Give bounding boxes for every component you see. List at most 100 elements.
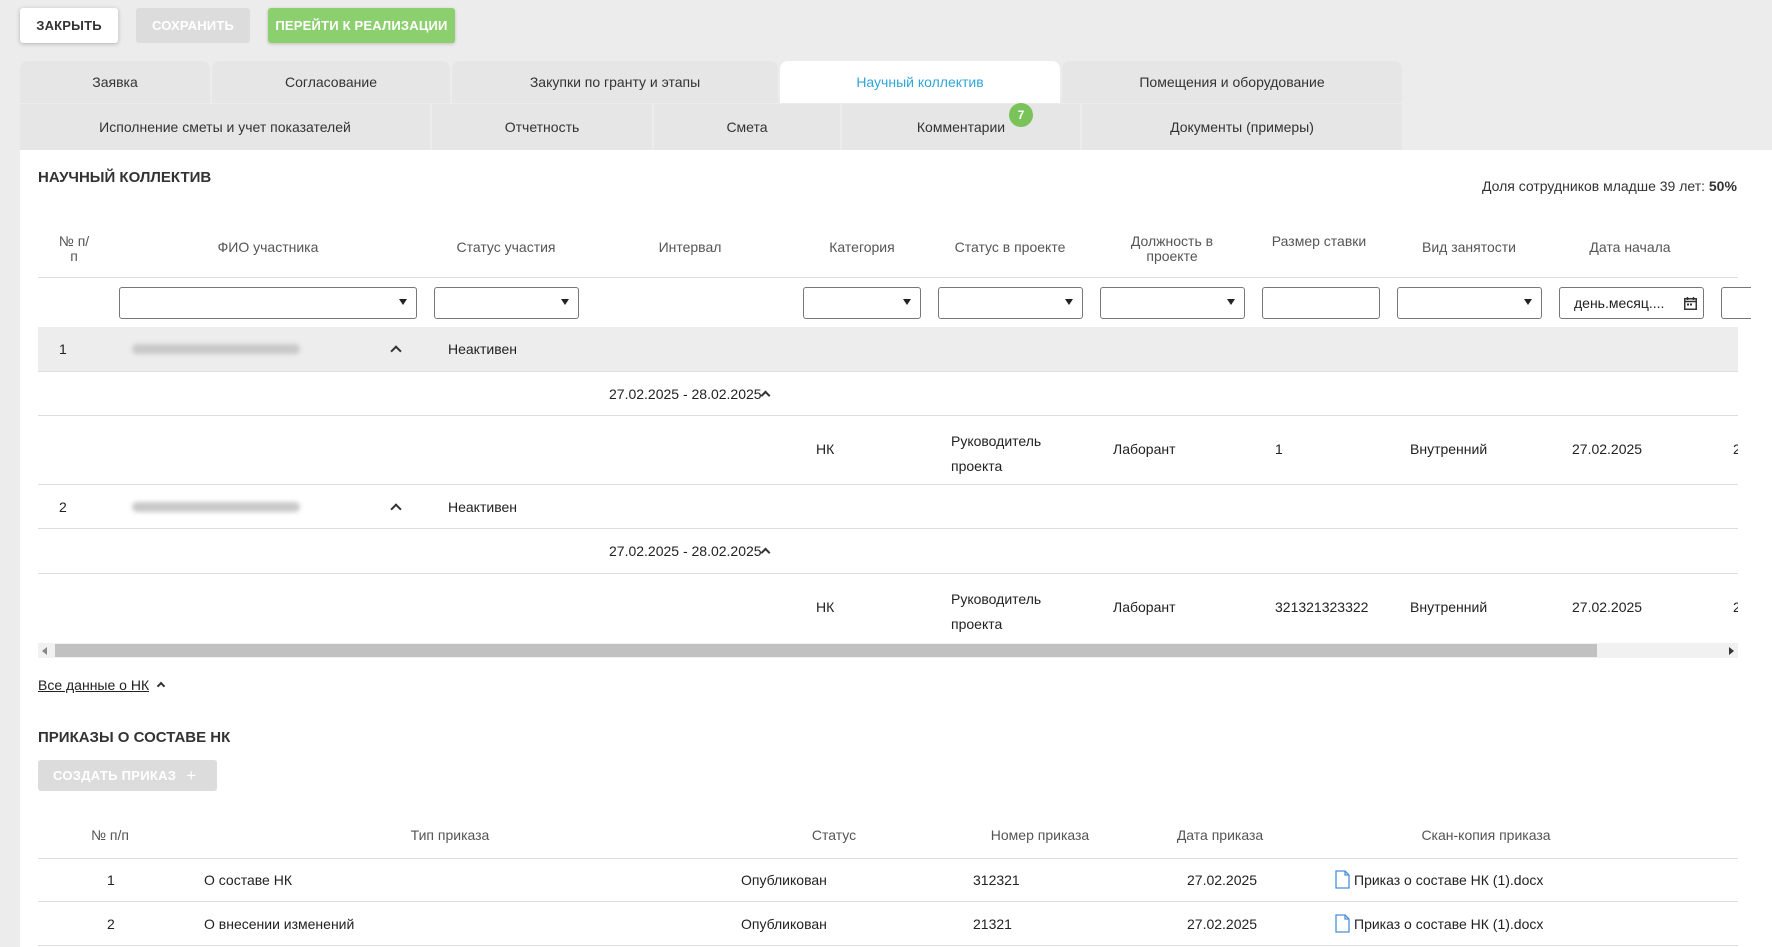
comments-count-badge: 7 xyxy=(1009,103,1033,127)
project-status-value: Руководитель проекта xyxy=(951,587,1041,637)
filter-project-status-select[interactable] xyxy=(938,287,1083,319)
row-divider xyxy=(38,573,1738,574)
start-date-value: 27.02.2025 xyxy=(1572,599,1643,615)
col-header-interval: Интервал xyxy=(658,239,722,255)
tab-premises-equipment[interactable]: Помещения и оборудование xyxy=(1062,61,1402,103)
interval-value: 27.02.2025 - 28.02.2025 xyxy=(609,543,762,559)
close-button[interactable]: ЗАКРЫТЬ xyxy=(20,8,118,43)
col-header-project-position: Должность в проекте xyxy=(1130,233,1214,264)
category-value: НК xyxy=(816,599,835,615)
filter-rate-input[interactable] xyxy=(1262,287,1380,319)
filter-end-date-input-cut[interactable] xyxy=(1721,287,1751,319)
project-status-line1: Руководитель xyxy=(951,433,1042,449)
scroll-right-icon[interactable] xyxy=(1729,647,1734,655)
order-file-link[interactable]: Приказ о составе НК (1).docx xyxy=(1354,872,1543,888)
row-divider xyxy=(38,415,1738,416)
participation-status: Неактивен xyxy=(448,341,517,357)
tab-budget-execution[interactable]: Исполнение сметы и учет показателей xyxy=(20,104,430,150)
tab-comments[interactable]: Комментарии xyxy=(842,104,1080,150)
order-file-link[interactable]: Приказ о составе НК (1).docx xyxy=(1354,916,1543,932)
col-header-project-status: Статус в проекте xyxy=(954,239,1066,255)
orders-row-divider xyxy=(38,945,1738,946)
col-header-employment-type: Вид занятости xyxy=(1421,239,1516,255)
order-date: 27.02.2025 xyxy=(1187,872,1258,888)
interval-value: 27.02.2025 - 28.02.2025 xyxy=(609,386,762,402)
order-number: 312321 xyxy=(973,872,1020,888)
filter-start-date-input[interactable]: день.месяц.... xyxy=(1559,287,1704,319)
tab-reporting[interactable]: Отчетность xyxy=(432,104,652,150)
orders-col-order-number: Номер приказа xyxy=(990,827,1090,843)
project-status-line2: проекта xyxy=(951,458,1003,474)
position-value: Лаборант xyxy=(1113,441,1176,457)
scroll-left-icon[interactable] xyxy=(42,647,47,655)
filter-category-select[interactable] xyxy=(803,287,921,319)
order-row-number: 2 xyxy=(107,916,115,932)
rate-value: 1 xyxy=(1275,441,1283,457)
chevron-down-icon xyxy=(1524,299,1532,305)
young-share-value: 50% xyxy=(1708,178,1737,194)
project-status-line2: проекта xyxy=(951,616,1003,632)
row-number: 1 xyxy=(59,341,67,357)
order-date: 27.02.2025 xyxy=(1187,916,1258,932)
chevron-down-icon xyxy=(903,299,911,305)
order-number: 21321 xyxy=(973,916,1012,932)
rate-value: 321321323322 xyxy=(1275,599,1369,615)
participant-name-blurred xyxy=(132,502,300,512)
orders-row-divider xyxy=(38,901,1738,902)
plus-icon: + xyxy=(186,765,197,785)
filter-project-position-select[interactable] xyxy=(1100,287,1245,319)
create-order-button[interactable]: СОЗДАТЬ ПРИКАЗ + xyxy=(38,760,217,791)
orders-header-divider xyxy=(38,858,1738,859)
save-button[interactable]: СОХРАНИТЬ xyxy=(136,8,250,43)
row-divider xyxy=(38,371,1738,372)
young-share-indicator: Доля сотрудников младше 39 лет: 50% xyxy=(1482,178,1737,194)
row-number: 2 xyxy=(59,499,67,515)
filter-employment-type-select[interactable] xyxy=(1397,287,1542,319)
employment-value: Внутренний xyxy=(1410,599,1488,615)
col-header-rate-size: Размер ставки xyxy=(1271,233,1367,249)
order-status: Опубликован xyxy=(741,872,827,888)
horizontal-scrollbar[interactable] xyxy=(38,643,1738,658)
chevron-down-icon xyxy=(561,299,569,305)
employment-value: Внутренний xyxy=(1410,441,1488,457)
filter-full-name-select[interactable] xyxy=(119,287,417,319)
tab-budget[interactable]: Смета xyxy=(654,104,840,150)
project-status-line1: Руководитель xyxy=(951,591,1042,607)
order-type: О внесении изменений xyxy=(204,916,355,932)
chevron-down-icon xyxy=(1065,299,1073,305)
orders-col-order-date: Дата приказа xyxy=(1176,827,1264,843)
row-divider xyxy=(38,484,1738,485)
tab-approval[interactable]: Согласование xyxy=(212,61,450,103)
position-value: Лаборант xyxy=(1113,599,1176,615)
col-header-category: Категория xyxy=(829,239,895,255)
filter-participation-status-select[interactable] xyxy=(434,287,579,319)
document-icon xyxy=(1335,870,1350,889)
start-date-placeholder: день.месяц.... xyxy=(1574,295,1665,311)
end-date-value-cut: 2 xyxy=(1733,599,1738,615)
tab-documents-examples[interactable]: Документы (примеры) xyxy=(1082,104,1402,150)
end-date-value-cut: 2 xyxy=(1733,441,1738,457)
order-status: Опубликован xyxy=(741,916,827,932)
create-order-label: СОЗДАТЬ ПРИКАЗ xyxy=(53,768,177,783)
orders-col-scan-copy: Скан-копия приказа xyxy=(1421,827,1551,843)
go-to-implementation-button[interactable]: ПЕРЕЙТИ К РЕАЛИЗАЦИИ xyxy=(268,8,455,43)
tab-purchases[interactable]: Закупки по гранту и этапы xyxy=(452,61,778,103)
participation-status: Неактивен xyxy=(448,499,517,515)
order-row-number: 1 xyxy=(107,872,115,888)
header-divider xyxy=(38,277,1738,278)
project-status-value: Руководитель проекта xyxy=(951,429,1041,479)
chevron-down-icon xyxy=(399,299,407,305)
participant-name-blurred xyxy=(132,344,300,354)
document-icon xyxy=(1335,914,1350,933)
col-header-participation-status: Статус участия xyxy=(456,239,556,255)
order-type: О составе НК xyxy=(204,872,292,888)
orders-col-number: № п/п xyxy=(91,827,129,843)
col-header-start-date: Дата начала xyxy=(1589,239,1671,255)
tab-application[interactable]: Заявка xyxy=(20,61,210,103)
tab-research-team[interactable]: Научный коллектив xyxy=(780,61,1060,103)
calendar-icon[interactable] xyxy=(1684,297,1697,310)
all-team-data-link[interactable]: Все данные о НК xyxy=(38,677,149,693)
col-header-number: № п/п xyxy=(58,233,90,264)
category-value: НК xyxy=(816,441,835,457)
scrollbar-thumb[interactable] xyxy=(55,644,1597,657)
